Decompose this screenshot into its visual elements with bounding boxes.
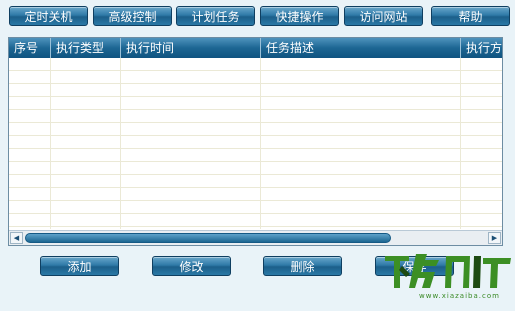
delete-button[interactable]: 删除 (263, 256, 342, 276)
help-button[interactable]: 帮助 (431, 6, 510, 26)
column-divider (460, 58, 461, 229)
column-header-executor[interactable]: 执行方 (461, 38, 502, 58)
horizontal-scrollbar[interactable]: ◀ ▶ (9, 230, 502, 245)
scroll-right-arrow-icon[interactable]: ▶ (488, 232, 501, 244)
column-divider (50, 58, 51, 229)
column-header-exec-type[interactable]: 执行类型 (51, 38, 121, 58)
timed-shutdown-button[interactable]: 定时关机 (9, 6, 88, 26)
scrollbar-thumb[interactable] (25, 233, 391, 243)
table-body[interactable] (9, 58, 502, 229)
column-divider (260, 58, 261, 229)
column-header-index[interactable]: 序号 (9, 38, 51, 58)
column-header-exec-time[interactable]: 执行时间 (121, 38, 261, 58)
scroll-left-arrow-icon[interactable]: ◀ (10, 232, 23, 244)
watermark-url: www.xiazaiba.com (419, 292, 500, 300)
table-header: 序号 执行类型 执行时间 任务描述 执行方 (9, 38, 502, 58)
xiazaiba-watermark-logo (385, 254, 511, 288)
column-header-description[interactable]: 任务描述 (261, 38, 461, 58)
scheduled-tasks-button[interactable]: 计划任务 (176, 6, 255, 26)
edit-button[interactable]: 修改 (152, 256, 231, 276)
task-list-table[interactable]: 序号 执行类型 执行时间 任务描述 执行方 ◀ ▶ (8, 37, 503, 246)
visit-website-button[interactable]: 访问网站 (344, 6, 423, 26)
advanced-control-button[interactable]: 高级控制 (93, 6, 172, 26)
column-divider (120, 58, 121, 229)
add-button[interactable]: 添加 (40, 256, 119, 276)
quick-actions-button[interactable]: 快捷操作 (260, 6, 339, 26)
